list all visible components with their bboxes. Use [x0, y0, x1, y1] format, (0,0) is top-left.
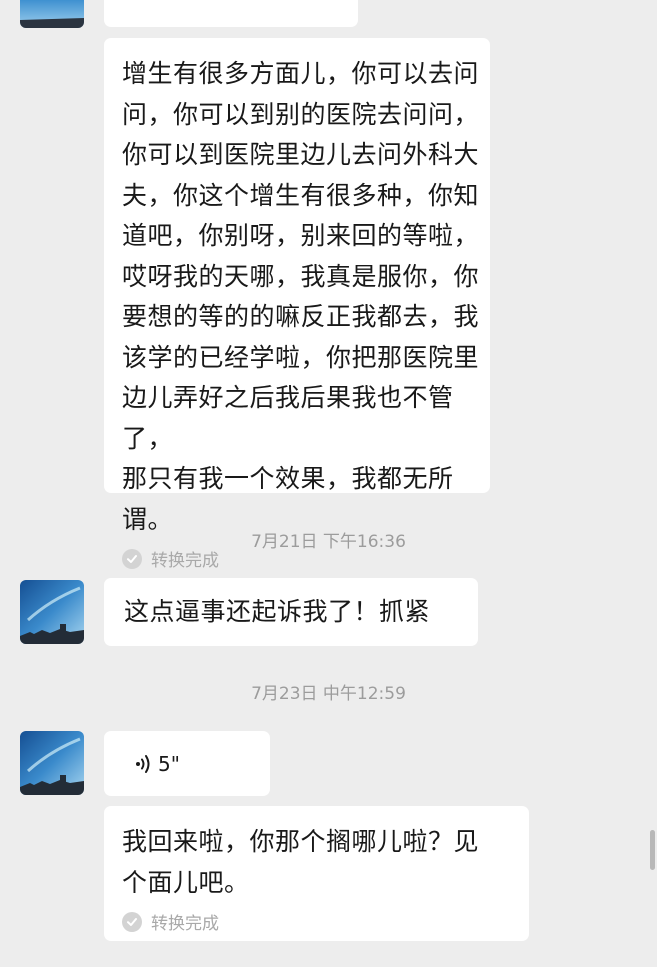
avatar-sky-image	[20, 0, 84, 28]
voice-duration: 5"	[158, 751, 180, 776]
timestamp: 7月23日 中午12:59	[251, 684, 406, 704]
scrollbar[interactable]	[650, 830, 655, 870]
transcript-text: 我回来啦，你那个搁哪儿啦？见 个面儿吧。	[122, 827, 480, 897]
contact-avatar[interactable]	[20, 0, 84, 28]
check-circle-icon	[122, 911, 142, 932]
voice-message-bubble[interactable]: 5"	[104, 731, 270, 796]
transcript-text: 增生有很多方面儿，你可以去问 问，你可以到别的医院去问问， 你可以到医院里边儿去…	[122, 59, 480, 534]
contact-avatar[interactable]	[20, 580, 84, 644]
message-bubble-partial[interactable]	[104, 0, 358, 27]
contact-avatar[interactable]	[20, 731, 84, 795]
avatar-sky-image	[20, 580, 84, 644]
voice-transcript-bubble[interactable]: 我回来啦，你那个搁哪儿啦？见 个面儿吧。 转换完成	[104, 806, 529, 941]
avatar-sky-image	[20, 731, 84, 795]
text-message-bubble[interactable]: 这点逼事还起诉我了！抓紧	[104, 578, 478, 646]
voice-transcript-bubble[interactable]: 增生有很多方面儿，你可以去问 问，你可以到别的医院去问问， 你可以到医院里边儿去…	[104, 38, 490, 571]
conversion-status: 转换完成	[122, 909, 529, 934]
voice-wave-icon	[134, 752, 154, 776]
timestamp: 7月21日 下午16:36	[251, 532, 406, 552]
message-text: 这点逼事还起诉我了！抓紧	[124, 597, 431, 626]
conversion-status-label: 转换完成	[151, 914, 219, 934]
